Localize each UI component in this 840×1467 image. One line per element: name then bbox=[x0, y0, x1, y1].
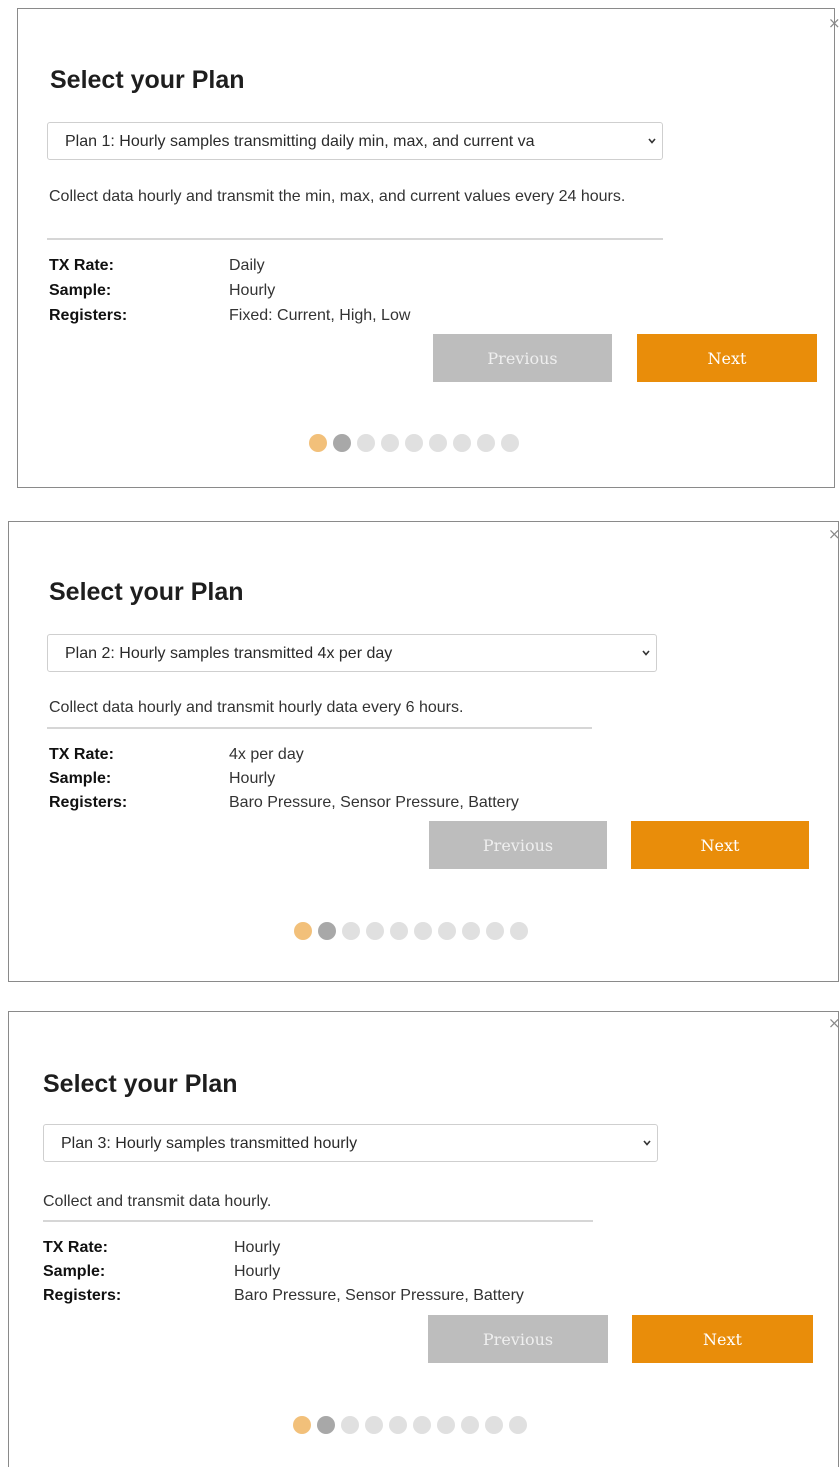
pager-dots bbox=[309, 434, 519, 452]
next-button[interactable]: Next bbox=[632, 1315, 813, 1363]
pager-dot[interactable] bbox=[485, 1416, 503, 1434]
pager-dot[interactable] bbox=[461, 1416, 479, 1434]
next-button[interactable]: Next bbox=[631, 821, 809, 869]
pager-dot[interactable] bbox=[293, 1416, 311, 1434]
pager-dot[interactable] bbox=[437, 1416, 455, 1434]
pager-dot[interactable] bbox=[413, 1416, 431, 1434]
sample-value: Hourly bbox=[229, 282, 276, 299]
plan-select[interactable]: Plan 1: Hourly samples transmitting dail… bbox=[47, 122, 663, 160]
pager-dot[interactable] bbox=[342, 922, 360, 940]
sample-label: Sample: bbox=[49, 770, 112, 787]
plan-select[interactable]: Plan 3: Hourly samples transmitted hourl… bbox=[43, 1124, 658, 1162]
close-icon[interactable]: × bbox=[828, 1016, 840, 1031]
page-title: Select your Plan bbox=[43, 1070, 238, 1098]
pager-dot[interactable] bbox=[510, 922, 528, 940]
sample-label: Sample: bbox=[43, 1263, 106, 1280]
tx-rate-value: Daily bbox=[229, 257, 265, 274]
pager-dot[interactable] bbox=[405, 434, 423, 452]
tx-rate-label: TX Rate: bbox=[49, 746, 114, 763]
plan-select-value: Plan 3: Hourly samples transmitted hourl… bbox=[61, 1135, 358, 1152]
close-icon[interactable]: × bbox=[828, 16, 840, 31]
registers-value: Fixed: Current, High, Low bbox=[229, 307, 411, 324]
pager-dot[interactable] bbox=[501, 434, 519, 452]
pager-dot[interactable] bbox=[389, 1416, 407, 1434]
plan-description: Collect data hourly and transmit hourly … bbox=[49, 699, 464, 716]
pager-dot[interactable] bbox=[357, 434, 375, 452]
pager-dot[interactable] bbox=[365, 1416, 383, 1434]
plan-description: Collect data hourly and transmit the min… bbox=[49, 188, 626, 205]
pager-dot[interactable] bbox=[381, 434, 399, 452]
pager-dot[interactable] bbox=[438, 922, 456, 940]
close-icon[interactable]: × bbox=[828, 527, 840, 542]
pager-dot[interactable] bbox=[309, 434, 327, 452]
registers-label: Registers: bbox=[49, 794, 128, 811]
previous-button[interactable]: Previous bbox=[429, 821, 607, 869]
pager-dot[interactable] bbox=[429, 434, 447, 452]
next-button[interactable]: Next bbox=[637, 334, 817, 382]
tx-rate-label: TX Rate: bbox=[43, 1239, 108, 1256]
tx-rate-label: TX Rate: bbox=[49, 257, 114, 274]
divider bbox=[47, 727, 592, 729]
registers-value: Baro Pressure, Sensor Pressure, Battery bbox=[234, 1287, 524, 1304]
plan-select-value: Plan 1: Hourly samples transmitting dail… bbox=[65, 133, 535, 150]
chevron-down-icon bbox=[648, 138, 656, 144]
pager-dots bbox=[293, 1416, 527, 1434]
registers-label: Registers: bbox=[43, 1287, 122, 1304]
pager-dot[interactable] bbox=[341, 1416, 359, 1434]
pager-dot[interactable] bbox=[333, 434, 351, 452]
pager-dot[interactable] bbox=[294, 922, 312, 940]
page-title: Select your Plan bbox=[50, 66, 245, 94]
pager-dot[interactable] bbox=[509, 1416, 527, 1434]
pager-dot[interactable] bbox=[390, 922, 408, 940]
tx-rate-value: Hourly bbox=[234, 1239, 281, 1256]
page-title: Select your Plan bbox=[49, 578, 244, 606]
registers-value: Baro Pressure, Sensor Pressure, Battery bbox=[229, 794, 519, 811]
pager-dots bbox=[294, 922, 528, 940]
pager-dot[interactable] bbox=[317, 1416, 335, 1434]
pager-dot[interactable] bbox=[366, 922, 384, 940]
divider bbox=[43, 1220, 593, 1222]
pager-dot[interactable] bbox=[318, 922, 336, 940]
sample-value: Hourly bbox=[229, 770, 276, 787]
previous-button[interactable]: Previous bbox=[433, 334, 612, 382]
sample-label: Sample: bbox=[49, 282, 112, 299]
plan-select[interactable]: Plan 2: Hourly samples transmitted 4x pe… bbox=[47, 634, 657, 672]
pager-dot[interactable] bbox=[453, 434, 471, 452]
pager-dot[interactable] bbox=[486, 922, 504, 940]
plan-select-value: Plan 2: Hourly samples transmitted 4x pe… bbox=[65, 645, 393, 662]
pager-dot[interactable] bbox=[414, 922, 432, 940]
chevron-down-icon bbox=[642, 650, 650, 656]
plan-description: Collect and transmit data hourly. bbox=[43, 1193, 272, 1210]
pager-dot[interactable] bbox=[462, 922, 480, 940]
pager-dot[interactable] bbox=[477, 434, 495, 452]
registers-label: Registers: bbox=[49, 307, 128, 324]
divider bbox=[47, 238, 663, 240]
sample-value: Hourly bbox=[234, 1263, 281, 1280]
previous-button[interactable]: Previous bbox=[428, 1315, 608, 1363]
tx-rate-value: 4x per day bbox=[229, 746, 304, 763]
chevron-down-icon bbox=[643, 1140, 651, 1146]
